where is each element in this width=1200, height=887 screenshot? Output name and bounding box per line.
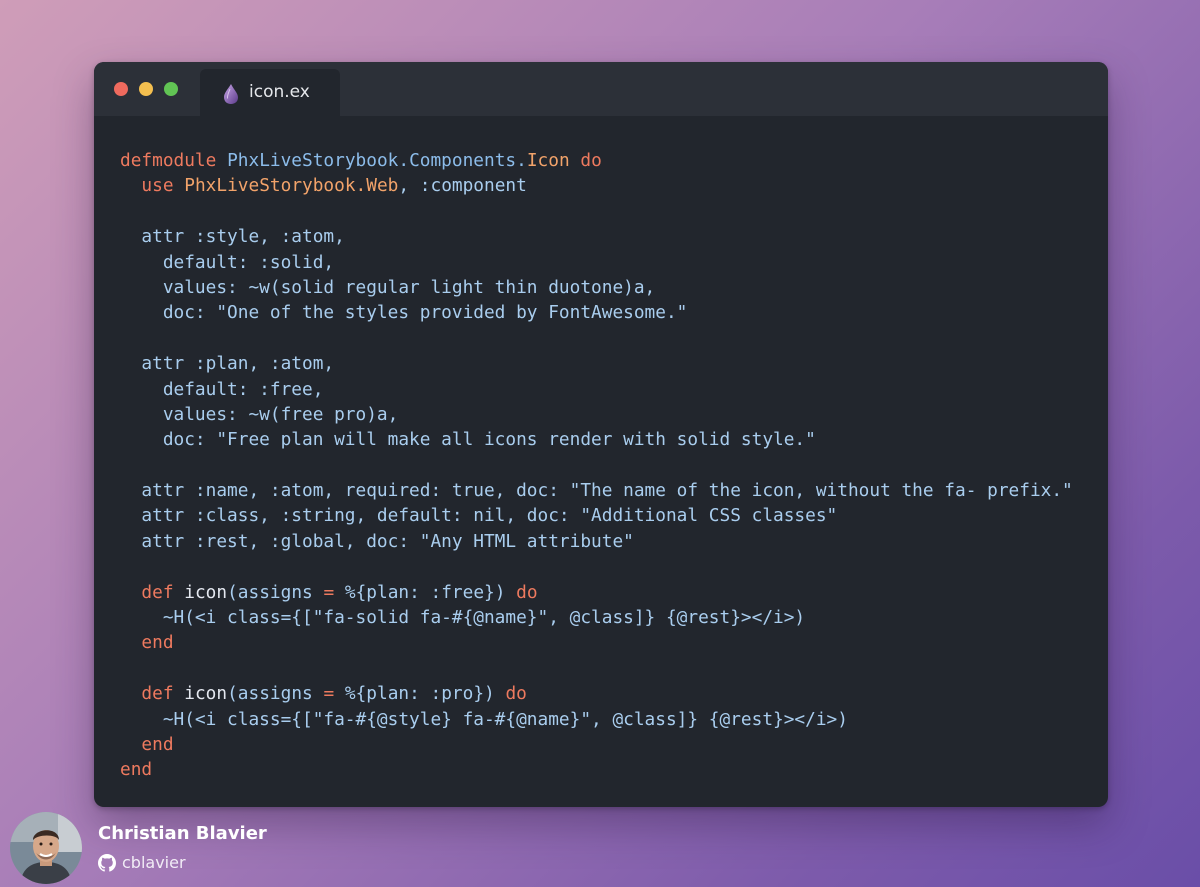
keyword-token: defmodule: [120, 150, 217, 171]
author-handle[interactable]: cblavier: [122, 853, 186, 872]
text-token: attr :style, :atom,: [120, 226, 345, 248]
text-token: ~H(<i class={["fa-solid fa-#{@name}", @c…: [120, 607, 806, 629]
text-token: values: ~w(free pro)a,: [120, 403, 399, 425]
code-line: attr :rest, :global, doc: "Any HTML attr…: [120, 529, 1073, 554]
keyword-token: =: [323, 581, 335, 603]
keyword-token: def: [141, 683, 174, 705]
text-token: (assigns: [227, 581, 324, 603]
code-line: defmodule PhxLiveStorybook.Components.Ic…: [120, 148, 1073, 173]
code-line: ​: [120, 199, 1073, 224]
avatar: [10, 812, 82, 884]
code-line: def icon(assigns = %{plan: :pro}) do: [120, 681, 1073, 706]
code-line: default: :solid,: [120, 250, 1073, 275]
code-line: values: ~w(solid regular light thin duot…: [120, 275, 1073, 300]
code-line: attr :plan, :atom,: [120, 351, 1073, 376]
text-token: default: :solid,: [120, 251, 335, 273]
keyword-token: do: [505, 683, 527, 705]
keyword-token: end: [141, 632, 174, 654]
code-line: doc: "One of the styles provided by Font…: [120, 300, 1073, 325]
text-token: ~H(<i class={["fa-#{@style} fa-#{@name}"…: [120, 708, 848, 730]
code-line: ​: [120, 326, 1073, 351]
code-editor[interactable]: defmodule PhxLiveStorybook.Components.Ic…: [120, 148, 1073, 783]
avatar-photo: [10, 812, 82, 884]
text-token: attr :plan, :atom,: [120, 353, 335, 375]
code-line: end: [120, 757, 1073, 782]
maximize-window-button[interactable]: [164, 82, 178, 96]
keyword-token: end: [141, 733, 174, 755]
text-token: attr :class, :string, default: nil, doc:…: [120, 505, 838, 527]
elixir-drop-icon: [224, 84, 238, 104]
code-line: default: :free,: [120, 377, 1073, 402]
text-token: attr :name, :atom, required: true, doc: …: [120, 480, 1073, 502]
keyword-token: end: [120, 759, 153, 781]
code-window: icon.ex defmodule PhxLiveStorybook.Compo…: [94, 62, 1108, 807]
function-name-token: icon: [184, 683, 228, 705]
author-name: Christian Blavier: [98, 823, 267, 844]
code-line: ​: [120, 554, 1073, 579]
text-token: %{plan: :pro}): [334, 683, 506, 705]
code-line: attr :name, :atom, required: true, doc: …: [120, 478, 1073, 503]
keyword-token: def: [141, 581, 174, 603]
text-token: %{plan: :free}): [334, 581, 517, 603]
code-line: ​: [120, 656, 1073, 681]
code-line: attr :style, :atom,: [120, 224, 1073, 249]
text-token: default: :free,: [120, 378, 324, 400]
function-name-token: icon: [184, 581, 228, 603]
tab-label: icon.ex: [249, 82, 310, 102]
text-token: (assigns: [227, 683, 324, 705]
module-token: PhxLiveStorybook.Components.: [227, 150, 527, 171]
minimize-window-button[interactable]: [139, 82, 153, 96]
code-line: values: ~w(free pro)a,: [120, 402, 1073, 427]
code-line: end: [120, 630, 1073, 655]
keyword-token: =: [323, 683, 335, 705]
code-line: ~H(<i class={["fa-#{@style} fa-#{@name}"…: [120, 707, 1073, 732]
code-line: end: [120, 732, 1073, 757]
text-token: doc: "One of the styles provided by Font…: [120, 302, 688, 324]
close-window-button[interactable]: [114, 82, 128, 96]
code-line: ​: [120, 453, 1073, 478]
title-bar: icon.ex: [94, 62, 1108, 116]
code-line: use PhxLiveStorybook.Web, :component: [120, 173, 1073, 198]
keyword-token: do: [580, 150, 602, 171]
module-name-token: Icon: [526, 150, 570, 171]
code-line: doc: "Free plan will make all icons rend…: [120, 427, 1073, 452]
file-tab[interactable]: icon.ex: [200, 69, 340, 116]
github-icon: [98, 854, 116, 872]
text-token: attr :rest, :global, doc: "Any HTML attr…: [120, 530, 634, 552]
text-token: , :component: [398, 175, 527, 197]
text-token: doc: "Free plan will make all icons rend…: [120, 429, 816, 451]
code-line: ~H(<i class={["fa-solid fa-#{@name}", @c…: [120, 605, 1073, 630]
keyword-token: use: [141, 175, 174, 197]
code-line: attr :class, :string, default: nil, doc:…: [120, 503, 1073, 528]
keyword-token: do: [516, 581, 538, 603]
text-token: values: ~w(solid regular light thin duot…: [120, 276, 656, 298]
code-line: def icon(assigns = %{plan: :free}) do: [120, 580, 1073, 605]
module-name-token: PhxLiveStorybook.Web: [184, 175, 399, 197]
